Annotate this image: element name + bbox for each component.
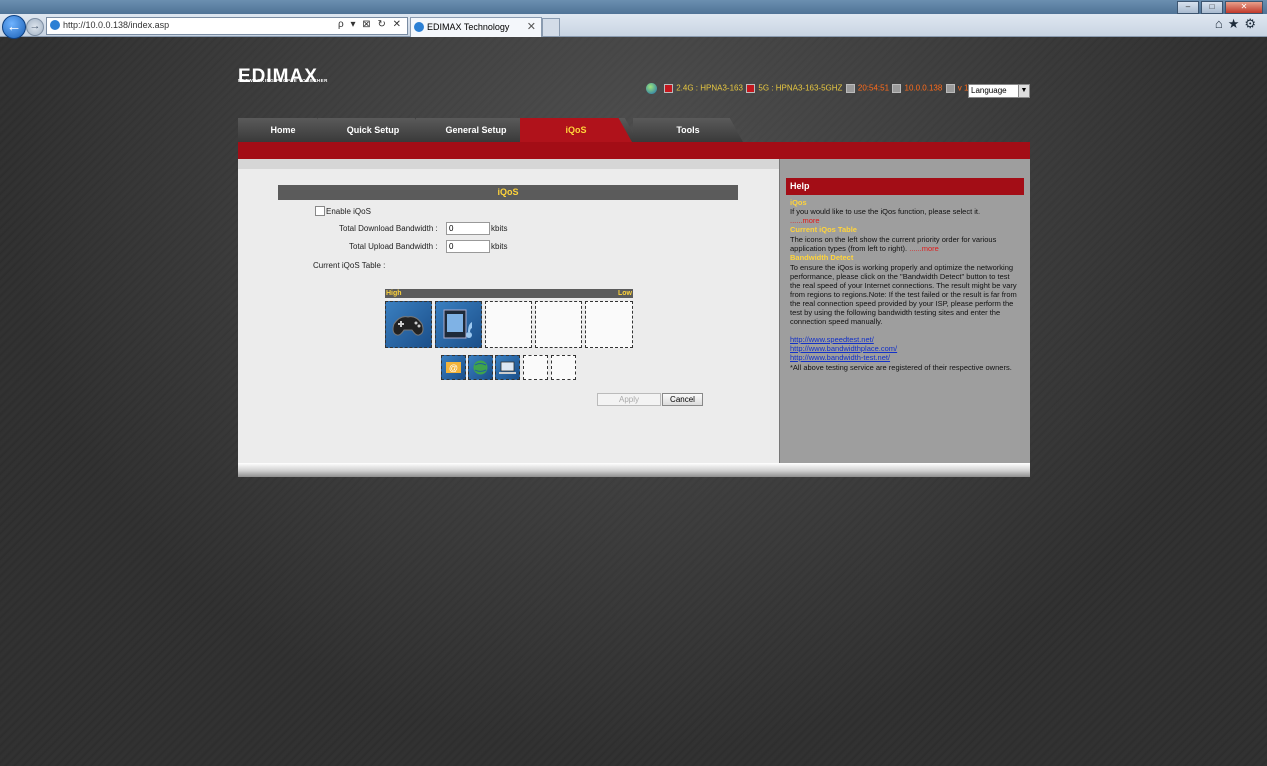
tab-home[interactable]: Home [238, 118, 328, 142]
media-icon[interactable] [435, 301, 482, 348]
band-24-status: 2.4G : HPNA3-163 [676, 83, 743, 93]
restore-button[interactable]: □ [1201, 1, 1223, 14]
chevron-down-icon[interactable]: ▼ [1018, 85, 1029, 97]
section-title: iQoS [278, 185, 738, 200]
network-icon[interactable] [495, 355, 520, 380]
empty-app-slot[interactable] [551, 355, 576, 380]
email-glyph: @ [446, 362, 461, 373]
help-heading-table: Current iQos Table [790, 225, 857, 234]
help-footnote: *All above testing service are registere… [790, 363, 1012, 372]
router-ip: 10.0.0.138 [904, 83, 943, 93]
back-button[interactable]: ← [2, 15, 26, 39]
speedtest-link[interactable]: http://www.speedtest.net/ [790, 335, 874, 344]
help-text-iqos: If you would like to use the iQos functi… [790, 207, 1022, 225]
ie-icon [50, 20, 60, 30]
empty-priority-slot[interactable] [535, 301, 582, 348]
upload-unit: kbits [491, 242, 508, 251]
close-window-button[interactable]: ✕ [1225, 1, 1263, 14]
download-bandwidth-label: Total Download Bandwidth : [339, 224, 438, 233]
window-controls: – □ ✕ [1175, 0, 1263, 14]
tab-close-icon[interactable]: ✕ [527, 20, 536, 33]
media-glyph [443, 309, 472, 339]
apply-button[interactable]: Apply [597, 393, 661, 406]
language-select[interactable]: Language ▼ [968, 84, 1030, 98]
status-square-icon [845, 84, 855, 93]
network-glyph [499, 361, 516, 374]
tab-general-setup[interactable]: General Setup [416, 118, 536, 142]
empty-priority-slot[interactable] [585, 301, 633, 348]
forward-button[interactable]: → [26, 18, 44, 36]
upload-bandwidth-label: Total Upload Bandwidth : [349, 242, 438, 251]
empty-app-slot[interactable] [523, 355, 548, 380]
enable-iqos-checkbox[interactable] [315, 206, 325, 216]
status-square-icon [664, 84, 673, 93]
web-glyph [473, 360, 488, 375]
bandwidth-test-link[interactable]: http://www.bandwidth-test.net/ [790, 353, 890, 362]
iqos-table-label: Current iQoS Table : [313, 261, 386, 270]
more-link-iqos[interactable]: ......more [790, 216, 820, 225]
browser-toolbar: ← → http://10.0.0.138/index.asp ρ ▾ ⊠ ↻ … [0, 14, 1267, 39]
system-time: 20:54:51 [857, 83, 890, 93]
bandwidthplace-link[interactable]: http://www.bandwidthplace.com/ [790, 344, 897, 353]
empty-priority-slot[interactable] [485, 301, 532, 348]
email-icon[interactable]: @ [441, 355, 466, 380]
status-square-icon [892, 84, 902, 93]
upload-bandwidth-input[interactable]: 0 [446, 240, 490, 253]
high-label: High [386, 290, 402, 297]
help-text-bandwidth: To ensure the iQos is working properly a… [790, 263, 1017, 326]
address-tools[interactable]: ρ ▾ ⊠ ↻ ✕ [338, 19, 403, 30]
web-icon[interactable] [468, 355, 493, 380]
address-url[interactable]: http://10.0.0.138/index.asp [63, 20, 169, 30]
tab-ie-icon [414, 22, 424, 32]
browser-command-icons: ⌂★⚙ [1215, 16, 1261, 32]
tab-iqos[interactable]: iQoS [520, 118, 632, 142]
brand-tagline: NETWORKING PEOPLE TOGETHER [238, 78, 328, 83]
status-square-icon [746, 84, 756, 93]
gamepad-glyph [392, 316, 424, 336]
address-bar[interactable]: http://10.0.0.138/index.asp ρ ▾ ⊠ ↻ ✕ [46, 17, 408, 35]
help-heading-iqos: iQos [790, 198, 807, 207]
main-nav-tabs: Home Quick Setup General Setup Status To… [238, 118, 1030, 142]
download-bandwidth-input[interactable]: 0 [446, 222, 490, 235]
help-heading-bandwidth: Bandwidth Detect [790, 253, 854, 262]
cancel-button[interactable]: Cancel [662, 393, 703, 406]
status-square-icon [945, 84, 955, 93]
help-text-table: The icons on the left show the current p… [790, 235, 1022, 253]
window-titlebar: – □ ✕ [0, 0, 1267, 14]
settings-icon[interactable]: ⚙ [1244, 16, 1261, 31]
tab-title: EDIMAX Technology [427, 22, 510, 32]
enable-iqos-label: Enable iQoS [326, 207, 371, 216]
help-panel: Help iQos If you would like to use the i… [779, 159, 1030, 463]
favorites-icon[interactable]: ★ [1228, 16, 1245, 31]
new-tab-button[interactable] [542, 18, 560, 37]
edimax-logo: EDIMAX [238, 66, 318, 87]
nav-underline-bar [238, 142, 1030, 159]
priority-bar: High Low [385, 289, 633, 298]
iqos-panel: iQoS Enable iQoS Total Download Bandwidt… [238, 159, 779, 463]
help-text-iqos-body: If you would like to use the iQos functi… [790, 207, 981, 216]
tab-quick-setup[interactable]: Quick Setup [318, 118, 428, 142]
page-footer-bar [238, 463, 1030, 477]
low-label: Low [618, 290, 632, 297]
minimize-button[interactable]: – [1177, 1, 1199, 14]
status-line: 2.4G : HPNA3-163 5G : HPNA3-163-5GHZ 20:… [646, 83, 980, 94]
help-text-table-body: The icons on the left show the current p… [790, 235, 997, 253]
browser-tab[interactable]: EDIMAX Technology ✕ [410, 17, 542, 37]
svg-text:@: @ [449, 363, 458, 373]
language-label: Language [971, 86, 1007, 95]
band-5-status: 5G : HPNA3-163-5GHZ [758, 83, 843, 93]
tab-tools[interactable]: Tools [633, 118, 743, 142]
more-link-table[interactable]: ......more [909, 244, 939, 253]
gamepad-icon[interactable] [385, 301, 432, 348]
globe-icon [646, 83, 657, 94]
download-unit: kbits [491, 224, 508, 233]
help-title: Help [786, 178, 1024, 195]
home-icon[interactable]: ⌂ [1215, 16, 1228, 31]
